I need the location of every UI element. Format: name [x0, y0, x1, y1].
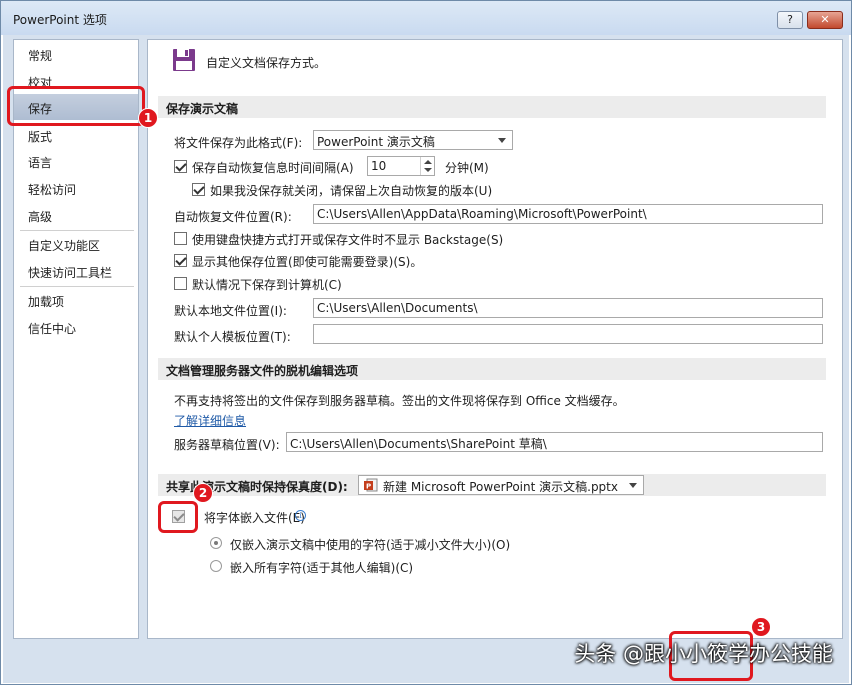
sidebar-item-accessibility[interactable]: 轻松访问: [28, 181, 76, 198]
section-offline-editing: 文档管理服务器文件的脱机编辑选项: [158, 358, 826, 380]
annotation-badge-1: 1: [138, 108, 158, 128]
spin-arrows-icon[interactable]: [420, 157, 434, 175]
annotation-highlight-embed: [158, 501, 198, 533]
pptx-file-icon: P: [364, 478, 378, 492]
no-backstage-label: 使用键盘快捷方式打开或保存文件时不显示 Backstage(S): [192, 233, 504, 247]
panel-header-text: 自定义文档保存方式。: [206, 56, 327, 70]
minutes-label: 分钟(M): [445, 161, 489, 175]
sidebar-item-add-ins[interactable]: 加载项: [28, 293, 64, 310]
fidelity-file-dropdown[interactable]: P 新建 Microsoft PowerPoint 演示文稿.pptx: [358, 475, 644, 495]
annotation-highlight-save: [7, 86, 145, 126]
save-format-label: 将文件保存为此格式(F):: [174, 136, 303, 150]
offline-description: 不再支持将签出的文件保存到服务器草稿。签出的文件现将保存到 Office 文档缓…: [174, 394, 625, 408]
save-format-dropdown[interactable]: PowerPoint 演示文稿: [313, 130, 513, 150]
svg-text:P: P: [366, 483, 371, 491]
autorecover-location-input[interactable]: C:\Users\Allen\AppData\Roaming\Microsoft…: [313, 204, 823, 224]
watermark-text: 头条 @跟小小筱学办公技能: [574, 642, 833, 666]
embed-all-chars-radio[interactable]: [210, 560, 222, 572]
sidebar-item-language[interactable]: 语言: [28, 154, 52, 171]
sidebar-item-customize-ribbon[interactable]: 自定义功能区: [28, 237, 100, 254]
save-to-computer-label: 默认情况下保存到计算机(C): [192, 278, 342, 292]
help-button[interactable]: ?: [777, 11, 803, 29]
server-drafts-input[interactable]: C:\Users\Allen\Documents\SharePoint 草稿\: [286, 432, 823, 452]
save-icon: [173, 49, 195, 71]
options-dialog: PowerPoint 选项 ? ✕ 常规 校对 保存 版式 语言 轻松访问 高级…: [0, 0, 852, 685]
sidebar-item-trust-center[interactable]: 信任中心: [28, 320, 76, 337]
sidebar: 常规 校对 保存 版式 语言 轻松访问 高级 自定义功能区 快速访问工具栏 加载…: [13, 39, 139, 639]
embed-used-chars-label: 仅嵌入演示文稿中使用的字符(适于减小文件大小)(O): [230, 538, 511, 552]
fidelity-file-value: 新建 Microsoft PowerPoint 演示文稿.pptx: [383, 480, 618, 494]
sidebar-divider: [20, 286, 134, 287]
server-drafts-label: 服务器草稿位置(V):: [174, 438, 280, 452]
save-options-panel: 自定义文档保存方式。 保存演示文稿 将文件保存为此格式(F): PowerPoi…: [147, 39, 843, 639]
no-backstage-checkbox[interactable]: [174, 232, 187, 245]
sidebar-item-advanced[interactable]: 高级: [28, 208, 52, 225]
autorecover-checkbox[interactable]: [174, 160, 187, 173]
learn-more-link[interactable]: 了解详细信息: [174, 412, 246, 429]
autorecover-location-label: 自动恢复文件位置(R):: [174, 210, 292, 224]
embed-all-chars-label: 嵌入所有字符(适于其他人编辑)(C): [230, 561, 414, 575]
autorecover-minutes-stepper[interactable]: 10: [367, 156, 435, 176]
annotation-badge-2: 2: [193, 483, 213, 503]
chevron-down-icon: [629, 483, 637, 488]
save-to-computer-checkbox[interactable]: [174, 277, 187, 290]
template-location-input[interactable]: [313, 324, 823, 344]
embed-used-chars-radio[interactable]: [210, 537, 222, 549]
title-bar: PowerPoint 选项 ? ✕: [1, 1, 851, 35]
autorecover-minutes-value: 10: [371, 159, 387, 173]
local-location-input[interactable]: C:\Users\Allen\Documents\: [313, 298, 823, 318]
section-save-presentations: 保存演示文稿: [158, 96, 826, 118]
info-icon[interactable]: i: [295, 510, 306, 521]
save-format-value: PowerPoint 演示文稿: [317, 135, 435, 149]
autorecover-label: 保存自动恢复信息时间间隔(A): [192, 161, 354, 175]
sidebar-divider: [20, 230, 134, 231]
local-location-label: 默认本地文件位置(I):: [174, 304, 287, 318]
sidebar-item-quick-access-toolbar[interactable]: 快速访问工具栏: [28, 264, 112, 281]
chevron-down-icon: [498, 138, 506, 143]
keep-last-version-checkbox[interactable]: [192, 183, 205, 196]
sidebar-item-layout[interactable]: 版式: [28, 128, 52, 145]
sidebar-item-general[interactable]: 常规: [28, 47, 52, 64]
annotation-badge-3: 3: [751, 617, 771, 637]
window-title: PowerPoint 选项: [13, 13, 107, 27]
show-other-locations-label: 显示其他保存位置(即使可能需要登录)(S)。: [192, 255, 423, 269]
show-other-locations-checkbox[interactable]: [174, 254, 187, 267]
template-location-label: 默认个人模板位置(T):: [174, 330, 291, 344]
keep-last-version-label: 如果我没保存就关闭，请保留上次自动恢复的版本(U): [210, 184, 493, 198]
embed-fonts-label: 将字体嵌入文件(E): [204, 511, 305, 525]
close-button[interactable]: ✕: [807, 11, 843, 29]
